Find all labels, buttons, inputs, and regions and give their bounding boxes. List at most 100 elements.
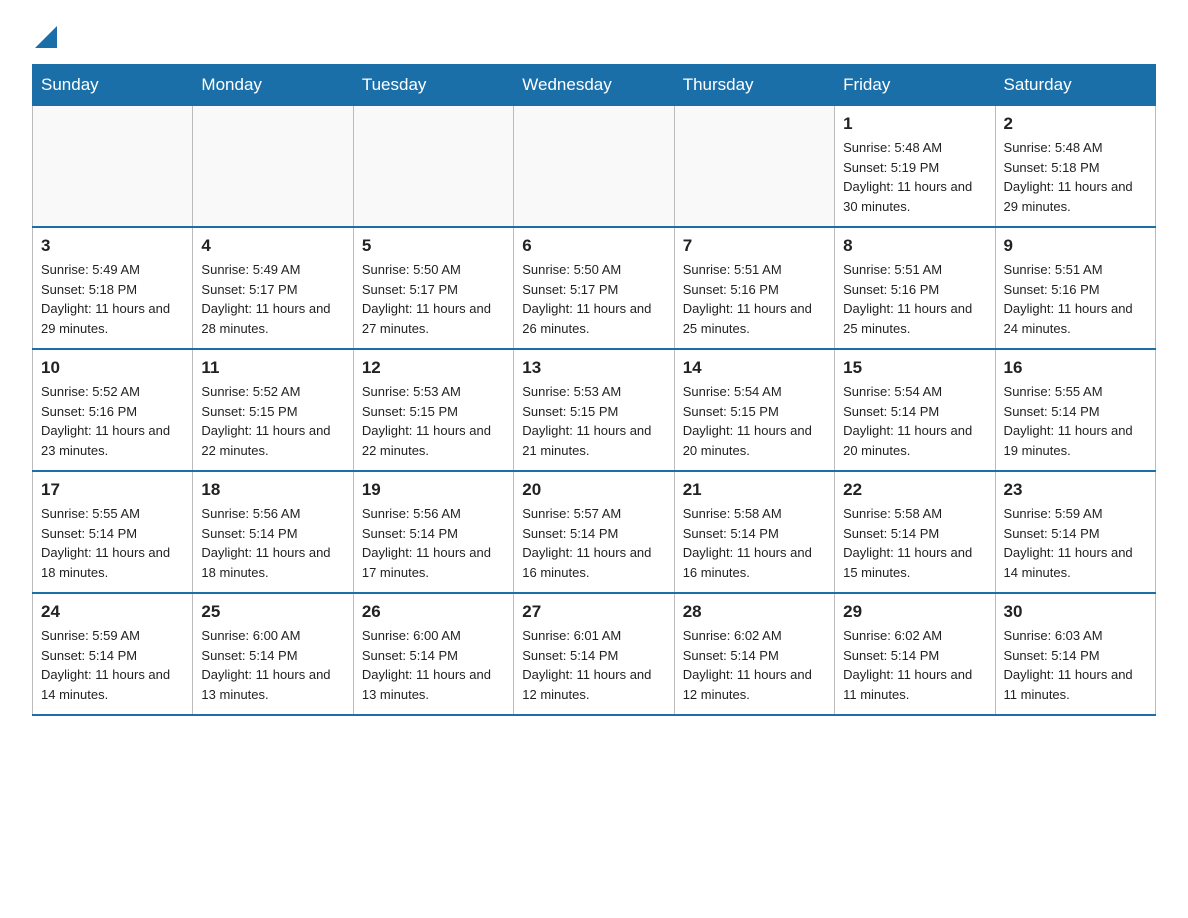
calendar-table: SundayMondayTuesdayWednesdayThursdayFrid…	[32, 64, 1156, 716]
sun-info: Sunrise: 6:02 AMSunset: 5:14 PMDaylight:…	[843, 626, 986, 704]
day-number: 13	[522, 358, 665, 378]
calendar-cell: 8 Sunrise: 5:51 AMSunset: 5:16 PMDaylight…	[835, 227, 995, 349]
sun-info: Sunrise: 6:00 AMSunset: 5:14 PMDaylight:…	[201, 626, 344, 704]
calendar-cell	[674, 106, 834, 228]
calendar-week-row: 24Sunrise: 5:59 AMSunset: 5:14 PMDayligh…	[33, 593, 1156, 715]
day-number: 16	[1004, 358, 1147, 378]
sun-info: Sunrise: 6:03 AMSunset: 5:14 PMDaylight:…	[1004, 626, 1147, 704]
weekday-header-monday: Monday	[193, 65, 353, 106]
sun-info: Sunrise: 5:51 AMSunset: 5:16 PMDaylight:…	[683, 260, 826, 338]
weekday-header-saturday: Saturday	[995, 65, 1155, 106]
day-number: 10	[41, 358, 184, 378]
sun-info: Sunrise: 5:56 AMSunset: 5:14 PMDaylight:…	[201, 504, 344, 582]
calendar-cell: 19 Sunrise: 5:56 AMSunset: 5:14 PMDayligh…	[353, 471, 513, 593]
calendar-week-row: 3 Sunrise: 5:49 AMSunset: 5:18 PMDaylight…	[33, 227, 1156, 349]
day-number: 28	[683, 602, 826, 622]
calendar-cell: 5 Sunrise: 5:50 AMSunset: 5:17 PMDaylight…	[353, 227, 513, 349]
calendar-cell: 16 Sunrise: 5:55 AMSunset: 5:14 PMDayligh…	[995, 349, 1155, 471]
sun-info: Sunrise: 5:52 AMSunset: 5:16 PMDaylight:…	[41, 382, 184, 460]
sun-info: Sunrise: 5:48 AMSunset: 5:18 PMDaylight:…	[1004, 138, 1147, 216]
calendar-cell: 30 Sunrise: 6:03 AMSunset: 5:14 PMDayligh…	[995, 593, 1155, 715]
calendar-cell: 25 Sunrise: 6:00 AMSunset: 5:14 PMDayligh…	[193, 593, 353, 715]
calendar-cell	[193, 106, 353, 228]
sun-info: Sunrise: 5:58 AMSunset: 5:14 PMDaylight:…	[843, 504, 986, 582]
sun-info: Sunrise: 5:54 AMSunset: 5:14 PMDaylight:…	[843, 382, 986, 460]
calendar-cell: 18 Sunrise: 5:56 AMSunset: 5:14 PMDayligh…	[193, 471, 353, 593]
page-header	[32, 24, 1156, 48]
day-number: 20	[522, 480, 665, 500]
sun-info: Sunrise: 6:02 AMSunset: 5:14 PMDaylight:…	[683, 626, 826, 704]
sun-info: Sunrise: 5:55 AMSunset: 5:14 PMDaylight:…	[1004, 382, 1147, 460]
sun-info: Sunrise: 5:59 AMSunset: 5:14 PMDaylight:…	[1004, 504, 1147, 582]
sun-info: Sunrise: 5:53 AMSunset: 5:15 PMDaylight:…	[362, 382, 505, 460]
day-number: 18	[201, 480, 344, 500]
sun-info: Sunrise: 5:59 AMSunset: 5:14 PMDaylight:…	[41, 626, 184, 704]
calendar-cell: 7 Sunrise: 5:51 AMSunset: 5:16 PMDaylight…	[674, 227, 834, 349]
sun-info: Sunrise: 5:50 AMSunset: 5:17 PMDaylight:…	[362, 260, 505, 338]
calendar-cell: 1Sunrise: 5:48 AMSunset: 5:19 PMDaylight…	[835, 106, 995, 228]
day-number: 5	[362, 236, 505, 256]
day-number: 23	[1004, 480, 1147, 500]
sun-info: Sunrise: 5:53 AMSunset: 5:15 PMDaylight:…	[522, 382, 665, 460]
day-number: 9	[1004, 236, 1147, 256]
calendar-cell: 10 Sunrise: 5:52 AMSunset: 5:16 PMDayligh…	[33, 349, 193, 471]
calendar-cell	[353, 106, 513, 228]
calendar-cell: 26 Sunrise: 6:00 AMSunset: 5:14 PMDayligh…	[353, 593, 513, 715]
sun-info: Sunrise: 6:00 AMSunset: 5:14 PMDaylight:…	[362, 626, 505, 704]
sun-info: Sunrise: 5:55 AMSunset: 5:14 PMDaylight:…	[41, 504, 184, 582]
weekday-header-friday: Friday	[835, 65, 995, 106]
calendar-cell: 27 Sunrise: 6:01 AMSunset: 5:14 PMDayligh…	[514, 593, 674, 715]
sun-info: Sunrise: 5:49 AMSunset: 5:18 PMDaylight:…	[41, 260, 184, 338]
calendar-cell: 29 Sunrise: 6:02 AMSunset: 5:14 PMDayligh…	[835, 593, 995, 715]
day-number: 8	[843, 236, 986, 256]
calendar-cell: 28 Sunrise: 6:02 AMSunset: 5:14 PMDayligh…	[674, 593, 834, 715]
weekday-header-wednesday: Wednesday	[514, 65, 674, 106]
weekday-header-tuesday: Tuesday	[353, 65, 513, 106]
day-number: 14	[683, 358, 826, 378]
calendar-cell: 24Sunrise: 5:59 AMSunset: 5:14 PMDayligh…	[33, 593, 193, 715]
sun-info: Sunrise: 5:51 AMSunset: 5:16 PMDaylight:…	[1004, 260, 1147, 338]
calendar-cell: 14 Sunrise: 5:54 AMSunset: 5:15 PMDayligh…	[674, 349, 834, 471]
calendar-cell: 17 Sunrise: 5:55 AMSunset: 5:14 PMDayligh…	[33, 471, 193, 593]
sun-info: Sunrise: 5:57 AMSunset: 5:14 PMDaylight:…	[522, 504, 665, 582]
day-number: 25	[201, 602, 344, 622]
calendar-cell: 3 Sunrise: 5:49 AMSunset: 5:18 PMDaylight…	[33, 227, 193, 349]
calendar-cell: 11Sunrise: 5:52 AMSunset: 5:15 PMDayligh…	[193, 349, 353, 471]
calendar-week-row: 1Sunrise: 5:48 AMSunset: 5:19 PMDaylight…	[33, 106, 1156, 228]
sun-info: Sunrise: 5:51 AMSunset: 5:16 PMDaylight:…	[843, 260, 986, 338]
calendar-cell	[514, 106, 674, 228]
day-number: 12	[362, 358, 505, 378]
calendar-cell: 22Sunrise: 5:58 AMSunset: 5:14 PMDayligh…	[835, 471, 995, 593]
calendar-cell: 2 Sunrise: 5:48 AMSunset: 5:18 PMDaylight…	[995, 106, 1155, 228]
day-number: 29	[843, 602, 986, 622]
sun-info: Sunrise: 6:01 AMSunset: 5:14 PMDaylight:…	[522, 626, 665, 704]
calendar-week-row: 17 Sunrise: 5:55 AMSunset: 5:14 PMDayligh…	[33, 471, 1156, 593]
sun-info: Sunrise: 5:58 AMSunset: 5:14 PMDaylight:…	[683, 504, 826, 582]
calendar-cell: 21Sunrise: 5:58 AMSunset: 5:14 PMDayligh…	[674, 471, 834, 593]
calendar-week-row: 10 Sunrise: 5:52 AMSunset: 5:16 PMDayligh…	[33, 349, 1156, 471]
day-number: 15	[843, 358, 986, 378]
weekday-header-thursday: Thursday	[674, 65, 834, 106]
sun-info: Sunrise: 5:52 AMSunset: 5:15 PMDaylight:…	[201, 382, 344, 460]
day-number: 6	[522, 236, 665, 256]
day-number: 27	[522, 602, 665, 622]
calendar-cell: 9 Sunrise: 5:51 AMSunset: 5:16 PMDaylight…	[995, 227, 1155, 349]
day-number: 2	[1004, 114, 1147, 134]
day-number: 4	[201, 236, 344, 256]
calendar-cell: 15 Sunrise: 5:54 AMSunset: 5:14 PMDayligh…	[835, 349, 995, 471]
sun-info: Sunrise: 5:48 AMSunset: 5:19 PMDaylight:…	[843, 138, 986, 216]
day-number: 3	[41, 236, 184, 256]
day-number: 7	[683, 236, 826, 256]
calendar-cell: 20 Sunrise: 5:57 AMSunset: 5:14 PMDayligh…	[514, 471, 674, 593]
day-number: 26	[362, 602, 505, 622]
sun-info: Sunrise: 5:56 AMSunset: 5:14 PMDaylight:…	[362, 504, 505, 582]
day-number: 17	[41, 480, 184, 500]
day-number: 19	[362, 480, 505, 500]
sun-info: Sunrise: 5:54 AMSunset: 5:15 PMDaylight:…	[683, 382, 826, 460]
logo-triangle-icon	[35, 26, 57, 48]
calendar-cell: 4Sunrise: 5:49 AMSunset: 5:17 PMDaylight…	[193, 227, 353, 349]
day-number: 30	[1004, 602, 1147, 622]
weekday-header-row: SundayMondayTuesdayWednesdayThursdayFrid…	[33, 65, 1156, 106]
sun-info: Sunrise: 5:50 AMSunset: 5:17 PMDaylight:…	[522, 260, 665, 338]
calendar-cell	[33, 106, 193, 228]
